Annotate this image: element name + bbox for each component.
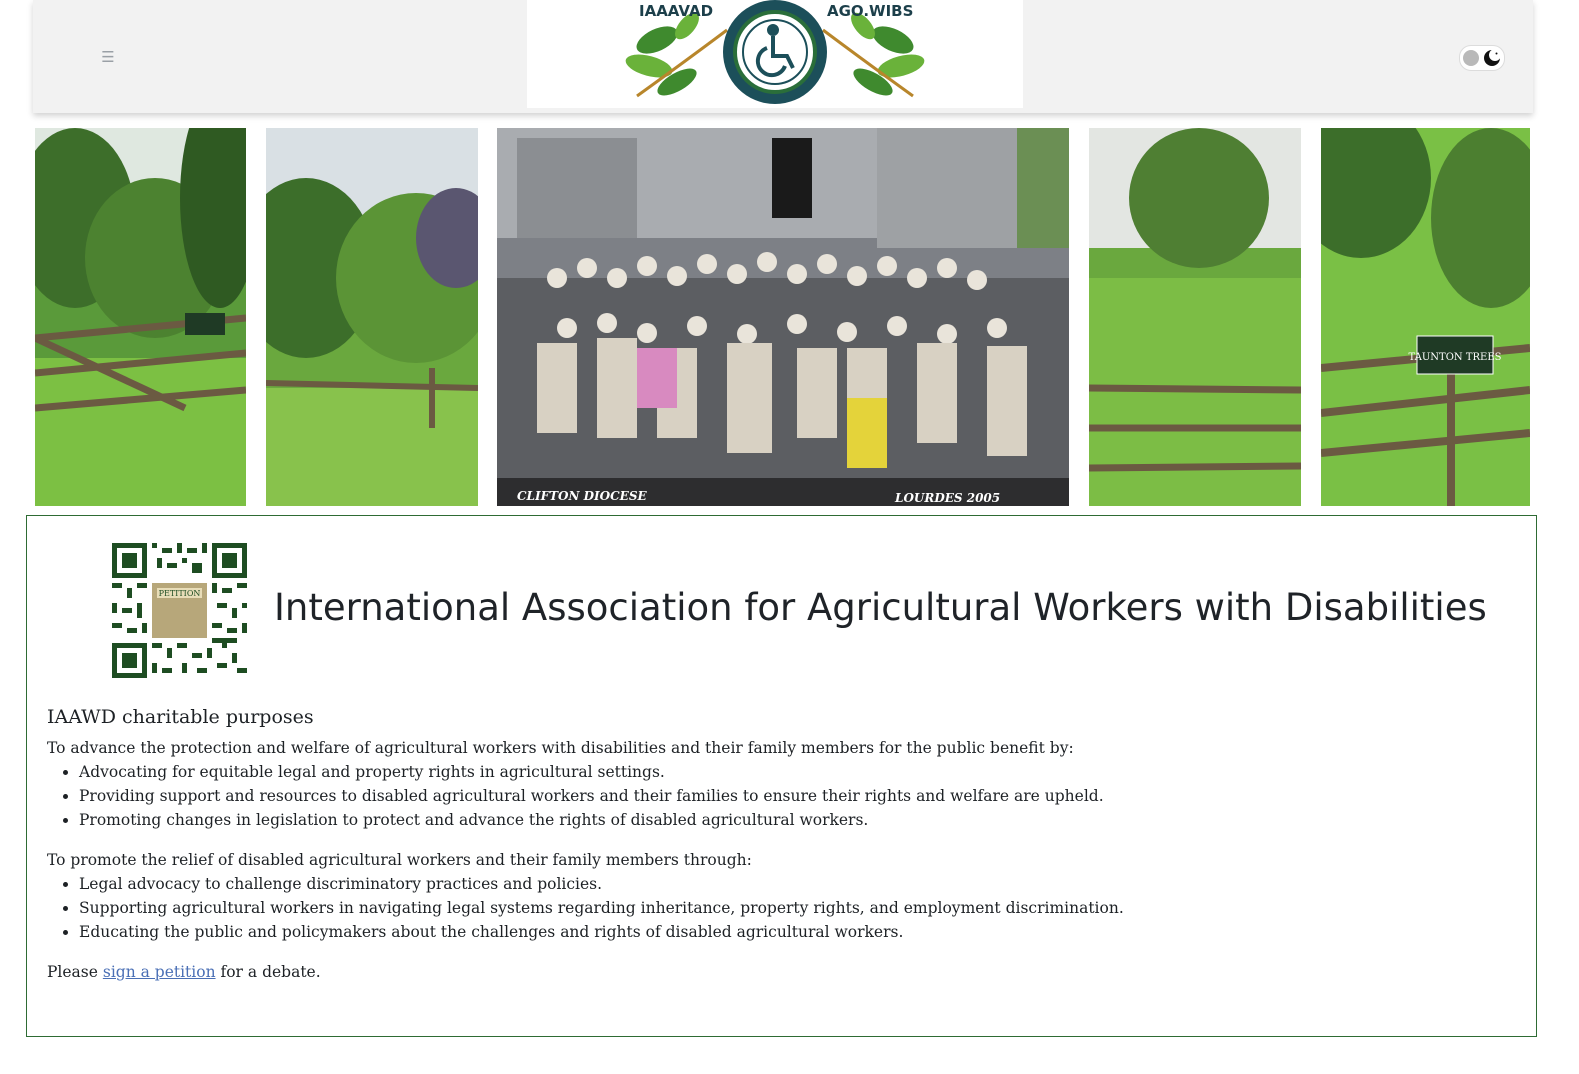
purpose-list-1: Advocating for equitable legal and prope… — [47, 760, 1507, 832]
theme-toggle[interactable] — [1459, 45, 1505, 71]
cta-prefix: Please — [47, 963, 103, 981]
page-title: International Association for Agricultur… — [274, 586, 1487, 629]
list-item: Educating the public and policymakers ab… — [79, 920, 1507, 944]
moon-icon — [1484, 49, 1501, 66]
photo-orchard-path[interactable] — [1089, 128, 1301, 506]
purposes-section: IAAWD charitable purposes To advance the… — [47, 704, 1507, 984]
photo-caption-right: LOURDES 2005 — [894, 491, 1000, 505]
list-item: Advocating for equitable legal and prope… — [79, 760, 1507, 784]
photo-orchard-gate-close[interactable]: TAUNTON TREES — [1321, 128, 1530, 506]
purpose-list-2: Legal advocacy to challenge discriminato… — [47, 872, 1507, 944]
photo-group-lourdes[interactable]: CLIFTON DIOCESE LOURDES 2005 — [497, 128, 1069, 506]
petition-qr-code[interactable]: PETITION — [112, 543, 247, 678]
toggle-knob — [1463, 50, 1479, 66]
intro-paragraph-1: To advance the protection and welfare of… — [47, 739, 1074, 757]
list-item: Promoting changes in legislation to prot… — [79, 808, 1507, 832]
intro-paragraph-2: To promote the relief of disabled agricu… — [47, 851, 752, 869]
section-heading: IAAWD charitable purposes — [47, 706, 314, 728]
sign-petition-link[interactable]: sign a petition — [103, 963, 216, 981]
gate-sign-text: TAUNTON TREES — [1409, 352, 1502, 363]
list-item: Supporting agricultural workers in navig… — [79, 896, 1507, 920]
photo-orchard-gate[interactable] — [35, 128, 246, 506]
charitable-purposes-panel: PETITION International Association for A… — [26, 515, 1537, 1037]
hamburger-menu-icon[interactable]: ☰ — [97, 46, 119, 68]
photo-gallery: CLIFTON DIOCESE LOURDES 2005 TAUNTON TRE… — [35, 128, 1530, 506]
logo-text-right: AGO.WIBS — [827, 2, 913, 20]
logo-text-left: IAAAVAD — [639, 2, 713, 20]
site-logo[interactable]: IAAAVAD AGO.WIBS — [527, 0, 1023, 108]
list-item: Legal advocacy to challenge discriminato… — [79, 872, 1507, 896]
list-item: Providing support and resources to disab… — [79, 784, 1507, 808]
photo-caption-left: CLIFTON DIOCESE — [517, 489, 647, 503]
cta-suffix: for a debate. — [215, 963, 321, 981]
petition-cta: Please sign a petition for a debate. — [47, 960, 1507, 984]
qr-label: PETITION — [159, 589, 201, 598]
photo-orchard-trees[interactable] — [266, 128, 478, 506]
site-header: ☰ IAAAVAD AGO.WIBS — [33, 0, 1533, 113]
